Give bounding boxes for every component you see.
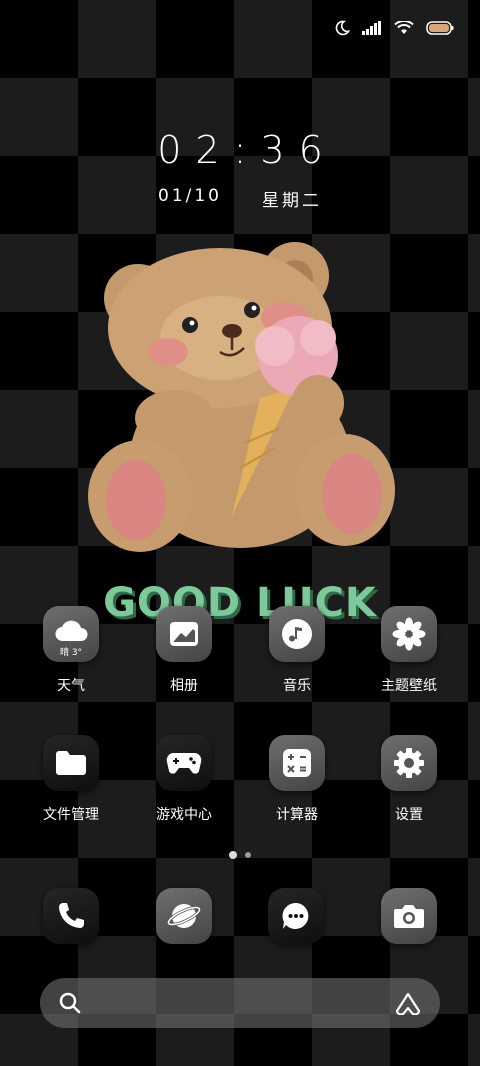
signal-icon <box>362 21 381 35</box>
app-label: 相册 <box>170 678 198 694</box>
dock-camera[interactable] <box>381 888 437 944</box>
wifi-icon <box>394 21 414 34</box>
weather-cloud-icon[interactable]: 晴 3° <box>43 606 99 662</box>
page-dot-active <box>229 851 237 859</box>
app-music[interactable]: 音乐 <box>247 606 347 695</box>
moon-icon <box>335 20 350 36</box>
page-dot <box>245 852 251 858</box>
search-bar[interactable] <box>40 978 440 1028</box>
app-label: 天气 <box>57 678 85 694</box>
gamepad-icon[interactable] <box>156 735 212 791</box>
page-indicator <box>0 851 480 859</box>
app-gallery[interactable]: 相册 <box>134 606 234 695</box>
music-icon[interactable] <box>269 606 325 662</box>
status-bar <box>334 20 454 36</box>
clock-time: 02:36 <box>157 128 337 172</box>
app-label: 设置 <box>395 807 423 823</box>
app-themes[interactable]: 主题壁纸 <box>359 606 459 695</box>
teddy-bear-illustration <box>88 242 395 552</box>
messages-icon[interactable] <box>268 888 324 944</box>
app-file-manager[interactable]: 文件管理 <box>21 735 121 824</box>
date-row: 01/10 星期二 <box>0 186 480 211</box>
search-icon[interactable] <box>58 991 82 1015</box>
browser-planet-icon[interactable] <box>156 888 212 944</box>
weather-summary: 晴 3° <box>59 648 83 658</box>
folder-icon[interactable] <box>43 735 99 791</box>
app-calculator[interactable]: 计算器 <box>247 735 347 824</box>
app-weather[interactable]: 晴 3° 天气 <box>21 606 121 695</box>
app-label: 文件管理 <box>43 807 99 823</box>
app-label: 计算器 <box>276 807 318 823</box>
app-label: 主题壁纸 <box>381 678 437 694</box>
phone-icon[interactable] <box>43 888 99 944</box>
app-label: 音乐 <box>283 678 311 694</box>
dock-browser[interactable] <box>156 888 212 944</box>
themes-flower-icon[interactable] <box>381 606 437 662</box>
assistant-icon[interactable] <box>394 991 422 1015</box>
weekday: 星期二 <box>262 191 322 211</box>
app-settings[interactable]: 设置 <box>359 735 459 824</box>
date: 01/10 <box>158 186 222 206</box>
battery-icon <box>426 21 454 35</box>
gallery-icon[interactable] <box>156 606 212 662</box>
app-game-center[interactable]: 游戏中心 <box>134 735 234 824</box>
gear-icon[interactable] <box>381 735 437 791</box>
dock-messages[interactable] <box>268 888 324 944</box>
calculator-icon[interactable] <box>269 735 325 791</box>
dock-phone[interactable] <box>43 888 99 944</box>
app-label: 游戏中心 <box>156 807 212 823</box>
camera-icon[interactable] <box>381 888 437 944</box>
